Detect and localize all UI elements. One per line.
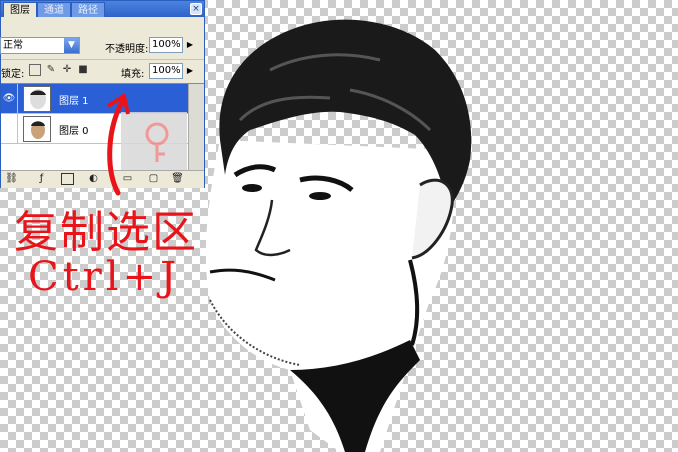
lock-move-icon[interactable]: ✛ — [61, 64, 73, 76]
blend-mode-select[interactable]: 正常 ▼ — [0, 37, 80, 54]
close-icon[interactable]: × — [190, 3, 202, 15]
trash-icon[interactable]: 🗑 — [171, 173, 184, 185]
tab-paths[interactable]: 路径 — [71, 2, 105, 17]
tab-channels[interactable]: 通道 — [37, 2, 71, 17]
annotation-title: 复制选区 — [14, 207, 198, 258]
opacity-field[interactable]: 100% — [149, 37, 183, 53]
tab-layers[interactable]: 图层 — [3, 2, 37, 17]
annotation-arrow — [106, 94, 130, 196]
adjustment-icon[interactable]: ◐ — [87, 173, 100, 185]
dropdown-arrow-icon[interactable]: ▼ — [64, 38, 79, 53]
panel-tab-bar: 图层 通道 路径 × — [1, 1, 204, 17]
fill-arrow-icon[interactable]: ▶ — [185, 64, 195, 78]
panel-header-spacer — [1, 17, 204, 35]
lock-label: 锁定: — [1, 69, 25, 80]
annotation-shortcut: Ctrl+J — [28, 254, 181, 300]
layer-style-icon[interactable]: ƒ — [35, 173, 48, 185]
eye-icon[interactable]: 👁 — [1, 84, 18, 114]
mask-icon[interactable] — [61, 173, 74, 185]
layer-name: 图层 1 — [59, 96, 89, 107]
lock-all-icon[interactable]: ■ — [77, 64, 89, 76]
blend-row: 正常 ▼ 不透明度: 100% ▶ — [0, 35, 204, 57]
lock-transparent-icon[interactable] — [29, 64, 41, 76]
new-layer-icon[interactable]: ▢ — [147, 173, 160, 185]
blend-mode-value: 正常 — [3, 40, 23, 51]
layer-list-scrollbar[interactable] — [188, 84, 204, 170]
lock-brush-icon[interactable]: ✎ — [45, 64, 57, 76]
opacity-label: 不透明度: — [105, 44, 149, 55]
visibility-toggle[interactable] — [1, 114, 18, 144]
layer-name: 图层 0 — [59, 126, 89, 137]
layer-thumbnail — [23, 116, 51, 142]
link-icon[interactable]: ⛓ — [5, 173, 18, 185]
opacity-arrow-icon[interactable]: ▶ — [185, 38, 195, 52]
layer-thumbnail — [23, 86, 51, 112]
layer-row-1[interactable]: 👁 图层 1 — [1, 84, 188, 114]
fill-field[interactable]: 100% — [149, 63, 183, 79]
lock-row: 锁定: ✎ ✛ ■ 填充: 100% ▶ — [1, 59, 204, 82]
portrait-image — [205, 19, 472, 452]
fill-label: 填充: — [121, 69, 145, 80]
